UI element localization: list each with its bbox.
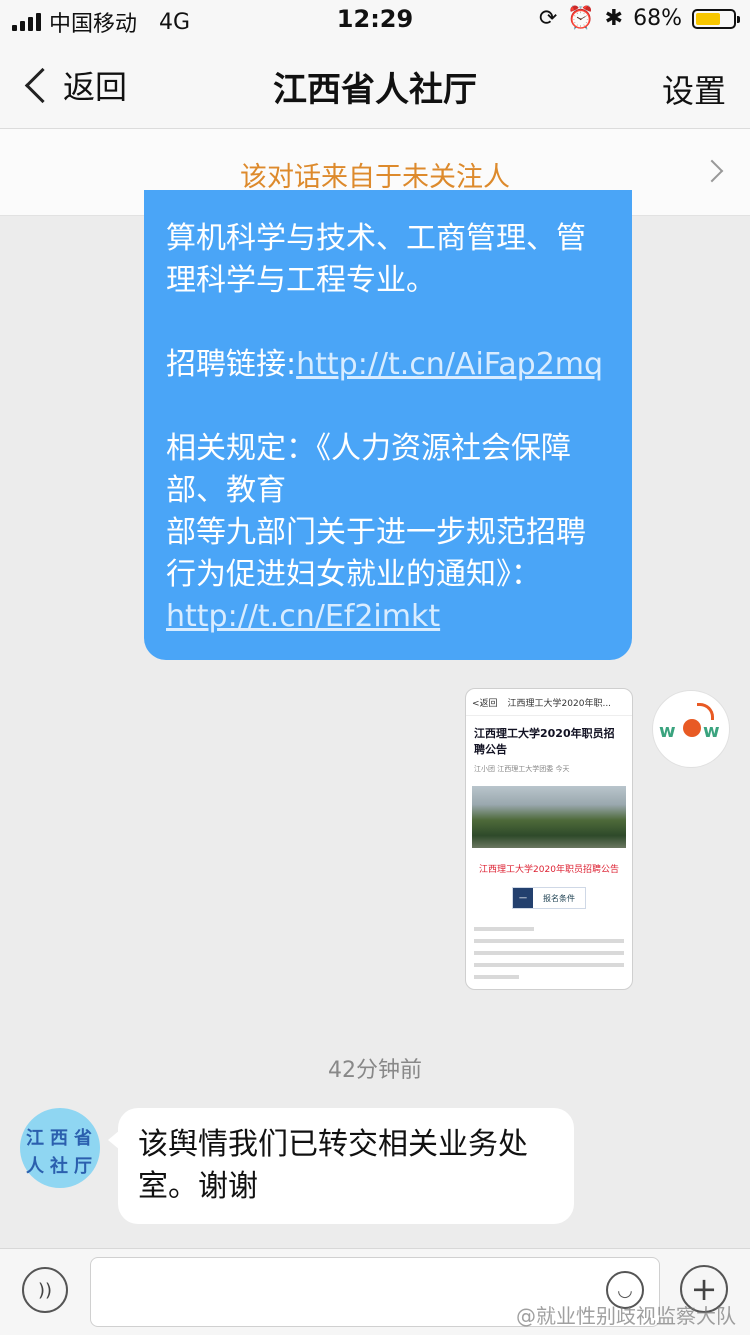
recruit-link-line: 招聘链接:http://t.cn/AiFap2mq — [166, 344, 612, 386]
thumb-section-label: 报名条件 — [543, 893, 575, 903]
my-avatar[interactable]: w w — [652, 690, 730, 768]
nav-bar: 返回 江西省人社厅 设置 — [0, 40, 750, 129]
logo-ball — [683, 719, 701, 737]
official-account-avatar[interactable]: 江 西 省 人 社 厅 — [20, 1108, 100, 1188]
avatar-char: 人 — [26, 1156, 44, 1177]
campus-photo — [472, 786, 626, 848]
alarm-icon: ⏰ — [567, 6, 595, 31]
thumb-back: <返回 — [472, 698, 498, 709]
regulation-link[interactable]: http://t.cn/Ef2imkt — [166, 599, 440, 634]
incoming-message-bubble[interactable]: 该舆情我们已转交相关业务处室。谢谢 — [108, 1108, 574, 1224]
message-line: 部、教育 — [166, 473, 286, 508]
thumb-section-badge: 一 报名条件 — [512, 887, 586, 909]
thumb-red-title: 江西理工大学2020年职员招聘公告 — [479, 865, 619, 875]
shared-screenshot-image[interactable]: <返回 江西理工大学2020年职... 江西理工大学2020年职员招聘公告 江小… — [465, 688, 633, 990]
battery-percent: 68% — [633, 6, 682, 31]
notice-text: 该对话来自于未关注人 — [240, 162, 510, 193]
bluetooth-icon: ✱ — [604, 6, 624, 31]
thumb-topbar: <返回 江西理工大学2020年职... — [466, 689, 632, 716]
message-line: 算机科学与技术、工商管理、管 — [166, 221, 586, 256]
battery-fill — [696, 12, 720, 25]
thumb-section-num: 一 — [513, 888, 533, 908]
page-title: 江西省人社厅 — [273, 70, 477, 110]
status-right: ⟳ ⏰ ✱ 68% — [538, 6, 740, 31]
watermark: @就业性别歧视监察大队 — [516, 1304, 736, 1328]
avatar-char: 江 — [26, 1128, 44, 1149]
avatar-char: 省 — [74, 1128, 92, 1149]
outgoing-message-bubble[interactable]: 算机科学与技术、工商管理、管 理科学与工程专业。 招聘链接:http://t.c… — [144, 190, 632, 660]
rotation-lock-icon: ⟳ — [538, 6, 558, 31]
logo-mark-right: w — [703, 721, 720, 742]
message-line: 相关规定：《人力资源社会保障 — [166, 431, 571, 466]
avatar-char: 社 — [50, 1156, 68, 1177]
voice-icon[interactable]: )) — [22, 1267, 68, 1313]
thumb-title: 江西理工大学2020年职... — [507, 698, 612, 709]
logo-wave — [697, 703, 714, 720]
avatar-char: 西 — [50, 1128, 68, 1149]
message-line: 部等九部门关于进一步规范招聘 — [166, 515, 586, 550]
avatar-char: 厅 — [74, 1156, 92, 1177]
status-bar: 中国移动 4G 12:29 ⟳ ⏰ ✱ 68% — [0, 0, 750, 40]
logo-mark-left: w — [659, 721, 676, 742]
settings-button[interactable]: 设置 — [662, 66, 726, 112]
thumb-heading: 江西理工大学2020年职员招聘公告 — [474, 727, 615, 756]
battery-icon — [692, 8, 740, 29]
recruit-link[interactable]: http://t.cn/AiFap2mq — [296, 347, 603, 382]
message-line: 行为促进妇女就业的通知》： — [166, 557, 541, 592]
thumb-body-text — [466, 909, 632, 989]
message-timestamp: 42分钟前 — [328, 1058, 422, 1083]
recruit-link-label: 招聘链接: — [166, 347, 297, 382]
message-line: 理科学与工程专业。 — [166, 263, 436, 298]
thumb-meta: 江小团 江西理工大学团委 今天 — [474, 765, 570, 773]
